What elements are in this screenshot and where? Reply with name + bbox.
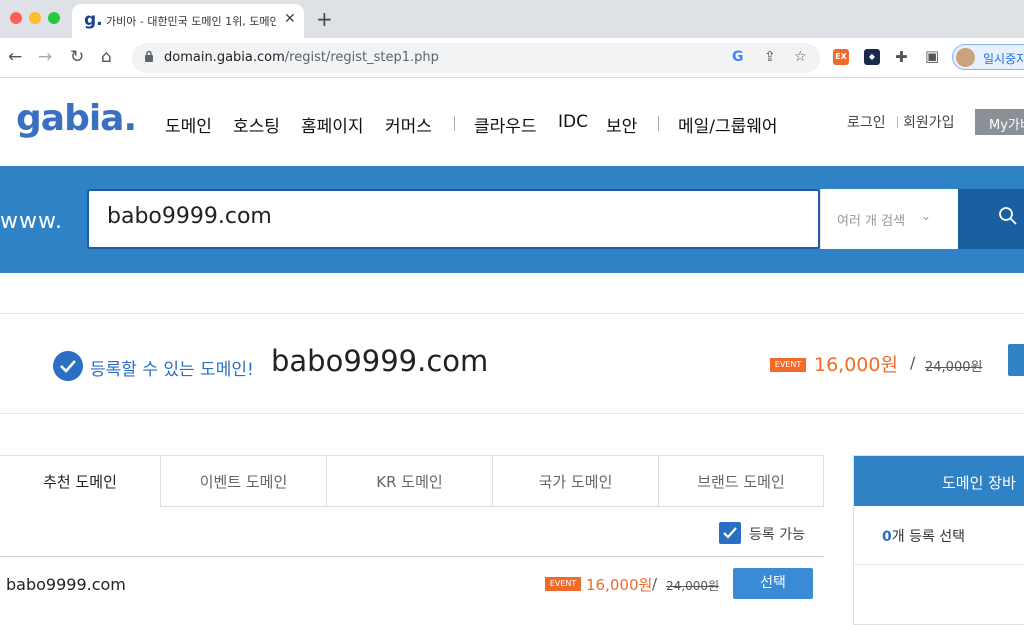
signup-link[interactable]: 회원가입 — [903, 112, 955, 132]
hex-extension-icon[interactable]: ◆ — [864, 49, 880, 65]
tabs-underline — [160, 506, 824, 507]
share-icon[interactable]: ⇪ — [764, 49, 776, 65]
bookmark-star-icon[interactable]: ☆ — [794, 49, 807, 65]
menu-homepage[interactable]: 홈페이지 — [301, 112, 364, 137]
login-link[interactable]: 로그인 — [847, 112, 886, 132]
select-button[interactable]: 선택 — [733, 568, 813, 599]
chevron-down-icon: ⌄ — [921, 209, 932, 223]
gabia-logo[interactable]: gabia. — [16, 98, 137, 139]
browser-tab-bar: g. 가비아 - 대한민국 도메인 1위, 도메인 ✕ + — [0, 0, 1024, 38]
check-circle-icon — [53, 351, 83, 381]
row-domain: babo9999.com — [6, 575, 126, 594]
profile-button[interactable]: 일시중지 — [952, 44, 1024, 70]
domain-search-input[interactable] — [107, 204, 707, 229]
available-only-label: 등록 가능 — [749, 527, 805, 543]
search-box[interactable] — [87, 189, 820, 249]
multi-search-dropdown[interactable]: 여러 개 검색 ⌄ — [820, 189, 958, 249]
profile-label: 일시중지 — [983, 52, 1024, 66]
result-old-price: 24,000원 — [925, 360, 983, 375]
browser-tab[interactable]: g. 가비아 - 대한민국 도메인 1위, 도메인 ✕ — [72, 4, 304, 38]
availability-status: 등록할 수 있는 도메인! — [90, 360, 254, 380]
menu-security[interactable]: 보안 — [606, 112, 637, 137]
search-icon — [999, 207, 1017, 225]
tab-close-icon[interactable]: ✕ — [284, 11, 296, 27]
tab-event[interactable]: 이벤트 도메인 — [160, 455, 327, 507]
cart-count: 0개 등록 선택 — [882, 529, 966, 545]
close-window-button[interactable] — [10, 12, 22, 24]
menu-mail-groupware[interactable]: 메일/그룹웨어 — [678, 112, 778, 137]
row-old-price: 24,000원 — [666, 579, 720, 593]
checkmark-icon — [723, 527, 737, 539]
cart-divider — [854, 564, 1024, 565]
menu-idc[interactable]: IDC — [558, 112, 588, 132]
add-to-cart-button[interactable] — [1008, 344, 1024, 376]
util-divider — [897, 116, 898, 128]
minimize-window-button[interactable] — [29, 12, 41, 24]
menu-hosting[interactable]: 호스팅 — [233, 112, 280, 137]
side-panel-icon[interactable]: ▣ — [925, 47, 939, 65]
row-price: 16,000원 — [586, 576, 653, 594]
cart-title: 도메인 장바 — [854, 456, 1024, 506]
maximize-window-button[interactable] — [48, 12, 60, 24]
tab-kr[interactable]: KR 도메인 — [326, 455, 493, 507]
tab-title: 가비아 - 대한민국 도메인 1위, 도메인 — [106, 15, 276, 28]
url-text: domain.gabia.com/regist/regist_step1.php — [164, 50, 439, 65]
google-translate-icon[interactable]: G — [732, 49, 744, 65]
event-badge: EVENT — [770, 358, 806, 372]
tab-recommended[interactable]: 추천 도메인 — [0, 455, 161, 507]
lock-icon — [145, 50, 153, 62]
back-icon[interactable]: ← — [8, 47, 22, 67]
menu-cloud[interactable]: 클라우드 — [474, 112, 537, 137]
home-icon[interactable]: ⌂ — [101, 47, 112, 67]
menu-commerce[interactable]: 커머스 — [385, 112, 432, 137]
tab-brand[interactable]: 브랜드 도메인 — [658, 455, 824, 507]
forward-icon[interactable]: → — [38, 47, 52, 67]
section-divider — [0, 313, 1024, 314]
result-price: 16,000원 — [814, 354, 898, 376]
menu-divider — [454, 116, 455, 131]
reload-icon[interactable]: ↻ — [70, 47, 84, 67]
my-gabia-button[interactable]: My가비 — [975, 109, 1024, 135]
list-divider — [0, 556, 824, 557]
search-button[interactable] — [958, 189, 1024, 249]
domain-category-tabs: 추천 도메인 이벤트 도메인 KR 도메인 국가 도메인 브랜드 도메인 — [0, 455, 824, 507]
event-badge: EVENT — [545, 577, 581, 591]
menu-domain[interactable]: 도메인 — [165, 112, 212, 137]
domain-search-band: www. 여러 개 검색 ⌄ — [0, 166, 1024, 273]
price-separator: / — [910, 353, 916, 372]
address-bar: ← → ↻ ⌂ domain.gabia.com/regist/regist_s… — [0, 38, 1024, 78]
www-prefix: www. — [0, 209, 63, 234]
menu-divider — [658, 116, 659, 131]
result-domain: babo9999.com — [271, 344, 489, 378]
gabia-favicon-icon: g. — [84, 10, 103, 30]
price-separator: / — [652, 575, 658, 593]
url-field[interactable]: domain.gabia.com/regist/regist_step1.php… — [132, 43, 820, 73]
domain-cart-panel: 도메인 장바 0개 등록 선택 — [853, 455, 1024, 625]
section-divider — [0, 413, 1024, 414]
avatar — [956, 48, 975, 67]
ex-extension-icon[interactable]: EX — [833, 49, 849, 65]
extensions-puzzle-icon[interactable]: ✚ — [895, 48, 908, 66]
site-header: gabia. 도메인 호스팅 홈페이지 커머스 클라우드 IDC 보안 메일/그… — [0, 78, 1024, 166]
new-tab-icon[interactable]: + — [316, 7, 333, 31]
available-only-checkbox[interactable] — [719, 522, 741, 544]
tab-country[interactable]: 국가 도메인 — [492, 455, 659, 507]
multi-search-label: 여러 개 검색 — [837, 214, 906, 229]
